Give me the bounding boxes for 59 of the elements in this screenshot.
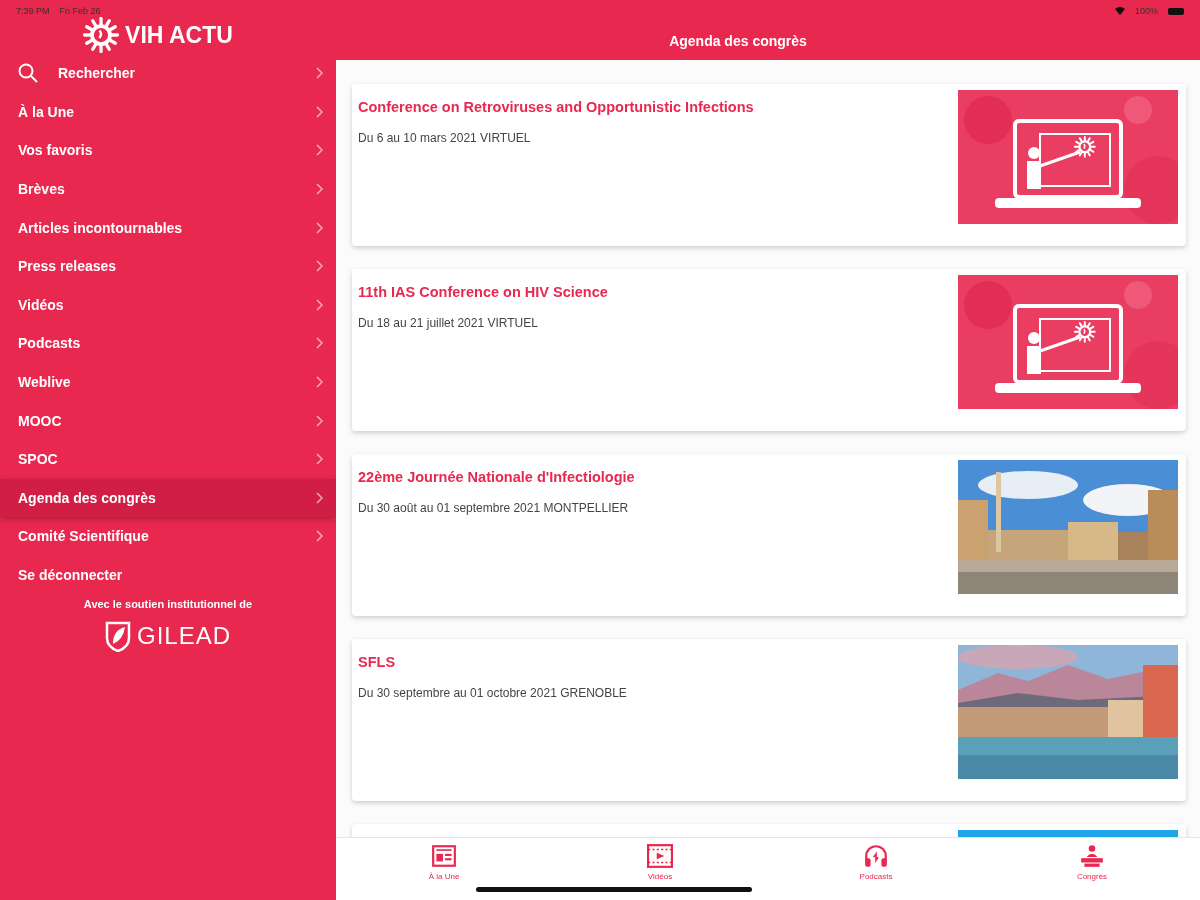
chevron-right-icon [316,221,324,234]
menu-item[interactable]: Comité Scientifique [0,517,336,556]
wifi-icon [1114,7,1125,15]
tab-bar-item[interactable]: À la Une [336,838,552,900]
tab-bar-item[interactable]: Podcasts [768,838,984,900]
menu-item[interactable]: Press releases [0,246,336,286]
app-logo-text: VIH ACTU [125,21,233,49]
chevron-right-icon [316,298,324,311]
event-card[interactable]: 22ème Journée Nationale d'Infectiologie Du 30 août au 01 septembre 2021 MONTPELLIER [352,454,1186,616]
menu-item[interactable]: Brèves [0,169,336,209]
sponsor-note: Avec le soutien institutionnel de [82,598,254,611]
chevron-right-icon [316,260,324,273]
event-dates: Du 6 au 10 mars 2021 VIRTUEL [358,131,532,145]
chevron-right-icon [316,376,324,389]
menu-item[interactable]: MOOC [0,401,336,440]
shield-leaf-icon [105,620,131,653]
search-icon [18,63,38,84]
chevron-right-icon [316,414,324,427]
event-card[interactable]: SFLS Du 30 septembre au 01 octobre 2021 GRENOBLE [352,639,1186,801]
event-dates: Du 30 août au 01 septembre 2021 MONTPELLIER [358,501,630,515]
menu-item[interactable]: Weblive [0,362,336,402]
chevron-right-icon [316,337,324,350]
speaker-podium-icon [1079,844,1105,868]
chevron-right-icon [316,105,324,118]
menu-item[interactable]: Articles incontournables [0,208,336,247]
film-icon [647,844,673,868]
page-title: Agenda des congrès [669,33,807,49]
tab-bar-item[interactable]: Congrès [984,838,1200,900]
virus-logo-icon [83,17,120,53]
event-title: 22ème Journée Nationale d'Infectiologie [358,469,636,485]
menu-item[interactable]: Vidéos [0,285,336,325]
chevron-right-icon [316,183,324,196]
event-title: SFLS [358,654,397,670]
sponsor-logo-text: GILEAD [137,622,231,651]
newspaper-icon [431,844,457,868]
chevron-right-icon [316,67,324,80]
event-dates: Du 30 septembre au 01 octobre 2021 GRENOBLE [358,686,628,700]
chevron-right-icon [316,144,324,157]
chevron-right-icon [316,453,324,466]
battery-icon [1168,7,1184,15]
event-title: 11th IAS Conference on HIV Science [358,284,609,300]
menu-item[interactable]: Agenda des congrès [0,478,336,518]
chevron-right-icon [316,530,324,543]
status-date: Fri Feb 26 [59,6,101,16]
status-time: 7:39 PM [16,6,50,16]
menu-item[interactable]: Rechercher [0,54,336,93]
battery-percentage: 100% [1134,6,1158,16]
menu-item[interactable]: Vos favoris [0,131,336,170]
headphones-icon [863,844,889,868]
event-card[interactable]: 11th IAS Conference on HIV Science Du 18 au 21 juillet 2021 VIRTUEL [352,269,1186,431]
menu-item[interactable]: SPOC [0,439,336,479]
chevron-right-icon [316,491,324,504]
tab-bar-item[interactable]: Vidéos [552,838,768,900]
menu-item[interactable]: Podcasts [0,324,336,363]
event-dates: Du 18 au 21 juillet 2021 VIRTUEL [358,316,539,330]
event-title: Conference on Retroviruses and Opportunistic Infections [358,99,755,115]
event-card[interactable]: Conference on Retroviruses and Opportunistic Infections Du 6 au 10 mars 2021 VIRTUEL [352,84,1186,246]
menu-item[interactable]: À la Une [0,92,336,132]
menu-item[interactable]: Se déconnecter [0,555,336,595]
